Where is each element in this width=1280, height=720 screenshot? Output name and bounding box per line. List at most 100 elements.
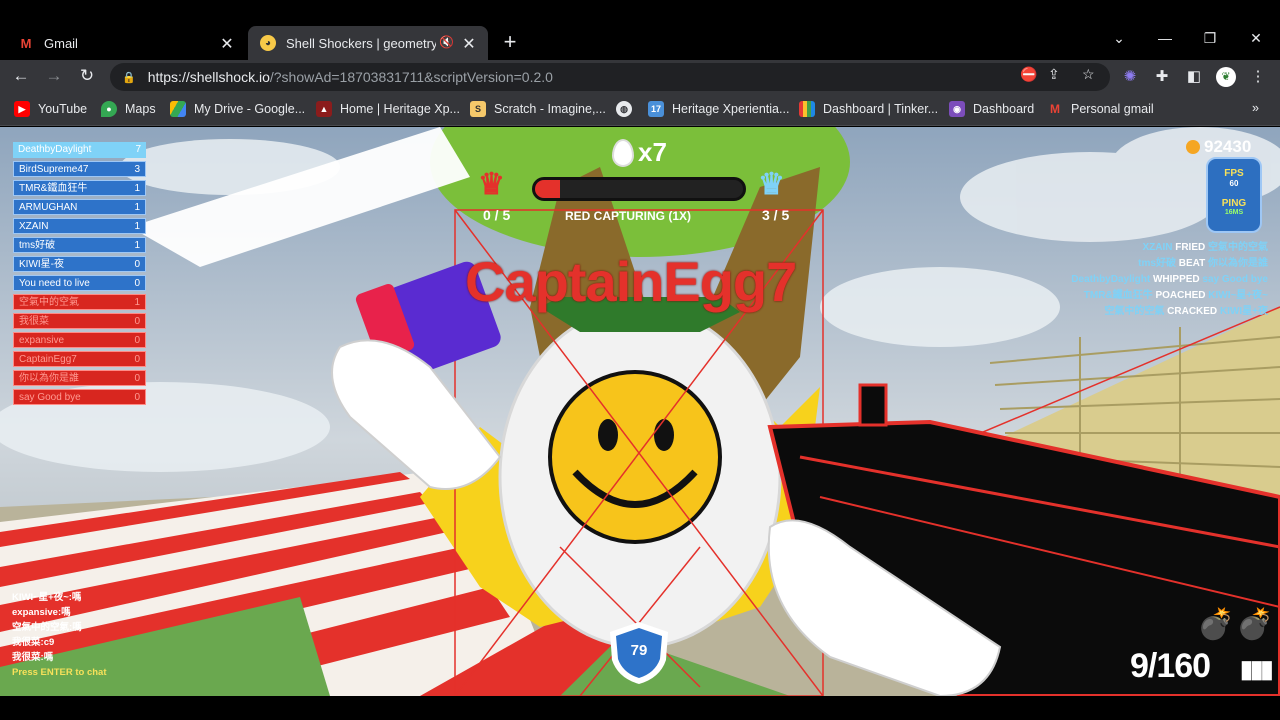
- tab-gmail[interactable]: M Gmail ✕: [0, 26, 246, 60]
- kill-victim: 你以為你是誰: [1208, 258, 1268, 269]
- bookmark-drive[interactable]: My Drive - Google...: [170, 101, 305, 117]
- kill-feed: XZAIN FRIED 空氣中的空氣 tms好破 BEAT 你以為你是誰 Death…: [1071, 240, 1268, 320]
- maps-icon: ●: [101, 101, 117, 117]
- kill-verb: FRIED: [1175, 242, 1206, 253]
- lock-icon[interactable]: 🔒: [122, 71, 136, 84]
- grenade-icon: 💣: [1236, 608, 1274, 641]
- player-name: expansive: [19, 335, 65, 346]
- more-bookmarks-icon[interactable]: »: [1252, 101, 1259, 115]
- bookmark-personal-gmail[interactable]: M Personal gmail: [1047, 101, 1154, 117]
- chat-hint[interactable]: Press ENTER to chat: [12, 665, 107, 680]
- player-name: TMR&鐵血狂牛: [19, 183, 88, 194]
- enemy-nametag: CaptainEgg7: [465, 250, 797, 313]
- player-score: 1: [134, 221, 140, 232]
- player-name: DeathbyDaylight: [18, 144, 92, 155]
- minimize-button[interactable]: —: [1155, 30, 1175, 46]
- globe-icon: ◍: [616, 101, 632, 117]
- chat-message: expansive:嗎: [12, 607, 71, 618]
- close-tab-icon[interactable]: ✕: [218, 34, 236, 54]
- extension-icon[interactable]: ✺: [1120, 67, 1140, 85]
- leaderboard-row: ARMUGHAN 1: [13, 199, 146, 215]
- player-score: 0: [134, 259, 140, 270]
- bookmark-maps[interactable]: ● Maps: [101, 101, 156, 117]
- fps-label: FPS: [1224, 168, 1244, 179]
- player-name: BirdSupreme47: [19, 164, 89, 175]
- bookmark-heritage-xperiential[interactable]: 17 Heritage Xperientia...: [648, 101, 789, 117]
- player-name: KIWI星-夜: [19, 259, 64, 270]
- browser-toolbar: ← → ↻ 🔒 https://shellshock.io /?showAd=1…: [0, 60, 1280, 94]
- player-name: say Good bye: [19, 392, 81, 403]
- player-score: 0: [134, 278, 140, 289]
- bookmark-label: Maps: [125, 102, 156, 116]
- address-bar[interactable]: 🔒 https://shellshock.io /?showAd=1870383…: [110, 63, 1110, 91]
- close-window-button[interactable]: ✕: [1246, 30, 1266, 47]
- kill-killer: XZAIN: [1142, 242, 1173, 253]
- player-name: ARMUGHAN: [19, 202, 78, 213]
- fps-value: 60: [1229, 179, 1239, 188]
- kill-feed-entry: DeathbyDaylight WHIPPED say Good bye: [1071, 272, 1268, 288]
- tab-shellshock[interactable]: ◕ Shell Shockers | geometry.m 🔇 ✕: [248, 26, 488, 60]
- chat-text: c9: [43, 637, 55, 648]
- back-button[interactable]: ←: [10, 66, 32, 86]
- kill-victim: KIWI星+夜: [1219, 306, 1268, 317]
- player-score: 3: [134, 164, 140, 175]
- scratch-icon: S: [470, 101, 486, 117]
- chat-text: 嗎: [72, 622, 82, 633]
- close-tab-icon[interactable]: ✕: [460, 34, 478, 54]
- blue-crown-icon: ♛: [758, 168, 785, 201]
- leaderboard-row: BirdSupreme47 3: [13, 161, 146, 177]
- player-score: 1: [134, 297, 140, 308]
- profile-avatar[interactable]: ❦: [1216, 67, 1236, 87]
- leaderboard-row: 空氣中的空氣 1: [13, 294, 146, 310]
- mute-tab-icon[interactable]: 🔇: [439, 35, 454, 49]
- bookmark-scratch[interactable]: S Scratch - Imagine,...: [470, 101, 606, 117]
- player-name: 空氣中的空氣: [19, 297, 79, 308]
- eggs-count: x7: [638, 137, 667, 167]
- chat-text: 嗎: [61, 607, 71, 618]
- youtube-icon: ▶: [14, 101, 30, 117]
- shellshock-icon: ◕: [260, 35, 276, 51]
- capture-progress-fill: [535, 180, 560, 198]
- player-name: You need to live: [19, 278, 90, 289]
- red-crown-icon: ♛: [478, 168, 505, 201]
- side-panel-icon[interactable]: ◧: [1184, 67, 1204, 85]
- bookmark-globe[interactable]: ◍: [616, 101, 640, 117]
- tab-search-icon[interactable]: ⌄: [1109, 30, 1129, 47]
- reload-button[interactable]: ↻: [76, 66, 98, 86]
- tab-title: Shell Shockers | geometry.m: [286, 35, 436, 51]
- game-viewport[interactable]: x7 ♛ ♛ 0 / 5 RED CAPTURING (1X) 3 / 5 Ca…: [0, 127, 1280, 696]
- forward-button[interactable]: →: [43, 66, 65, 86]
- kill-feed-entry: tms好破 BEAT 你以為你是誰: [1071, 256, 1268, 272]
- dashboard-icon: ◉: [949, 101, 965, 117]
- shield-value: 79: [630, 642, 648, 659]
- url-path: /?showAd=18703831711&scriptVersion=0.2.0: [269, 69, 553, 85]
- chat-text: 嗎: [43, 652, 54, 663]
- perf-panel: FPS 60 PING 16MS: [1206, 157, 1262, 233]
- bookmark-youtube[interactable]: ▶ YouTube: [14, 101, 87, 117]
- chat-sender: 我很菜: [12, 652, 41, 663]
- blocked-popup-icon[interactable]: ⛔: [1020, 66, 1037, 83]
- bookmark-heritage-home[interactable]: ▲ Home | Heritage Xp...: [316, 101, 460, 117]
- new-tab-button[interactable]: +: [498, 29, 522, 55]
- leaderboard-row: TMR&鐵血狂牛 1: [13, 180, 146, 196]
- capture-status: RED CAPTURING (1X): [565, 209, 692, 223]
- leaderboard-row: CaptainEgg7 0: [13, 351, 146, 367]
- player-score: 1: [134, 183, 140, 194]
- bookmark-tinkercad[interactable]: Dashboard | Tinker...: [799, 101, 938, 117]
- bookmark-label: My Drive - Google...: [194, 102, 306, 116]
- menu-kebab-icon[interactable]: ⋮: [1248, 67, 1268, 85]
- share-icon[interactable]: ⇪: [1048, 66, 1060, 83]
- bookmark-star-icon[interactable]: ☆: [1082, 66, 1095, 83]
- extensions-puzzle-icon[interactable]: ✚: [1152, 67, 1172, 85]
- chat-log: KIWI~星+夜~:嗎 expansive:嗎 空氣中的空氣:嗎 我很菜:c9 我很菜:…: [12, 590, 107, 680]
- restore-button[interactable]: ❐: [1200, 30, 1220, 47]
- kill-verb: BEAT: [1178, 258, 1206, 269]
- chat-message: 空氣中的空氣:嗎: [12, 622, 82, 633]
- leaderboard-row: DeathbyDaylight 7: [13, 142, 146, 158]
- tinkercad-icon: [799, 101, 815, 117]
- player-name: 你以為你是誰: [19, 373, 79, 384]
- player-name: XZAIN: [19, 221, 49, 232]
- kill-feed-entry: TMR&鐵血狂牛 POACHED KIWI~星+夜~: [1071, 288, 1268, 304]
- player-score: 7: [135, 144, 141, 155]
- bookmark-dashboard[interactable]: ◉ Dashboard: [949, 101, 1034, 117]
